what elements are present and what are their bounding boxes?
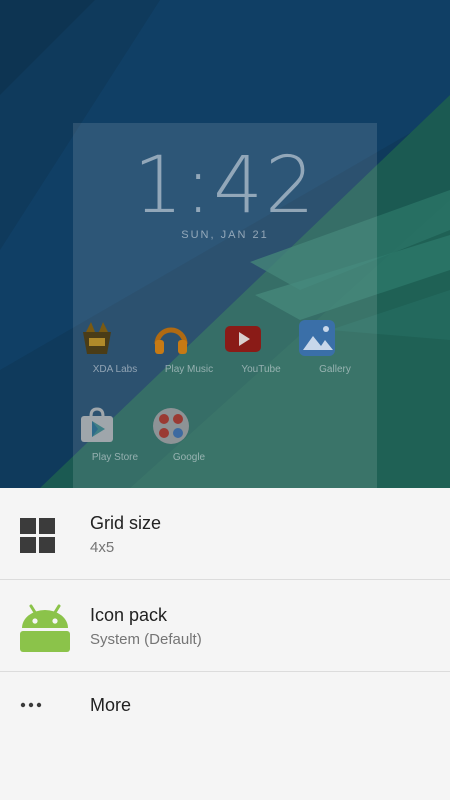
app-play-store: Play Store [77,406,153,463]
play-store-icon [81,406,135,446]
app-label: Google [172,452,206,463]
clock-date: SUN, JAN 21 [181,229,269,241]
wallpaper-preview: 1:42 SUN, JAN 21 XDA Labs Play Music You… [0,0,450,488]
more-title: More [90,695,132,715]
app-label: XDA Labs [92,364,138,375]
app-play-music: Play Music [151,318,227,375]
app-label: Play Music [164,364,214,375]
customization-sheet: Grid size 4x5 Icon pack System (Default)… [0,488,450,800]
app-xda-labs: XDA Labs [77,318,153,375]
more-option[interactable]: More [0,672,450,764]
youtube-play-icon [225,318,281,358]
app-gallery: Gallery [297,318,373,375]
grid-size-value: 4x5 [90,539,115,556]
headphones-icon [154,318,209,358]
app-youtube: YouTube [223,318,299,375]
app-google-folder: Google [151,406,227,463]
android-icon [20,604,70,652]
grid-icon [20,518,55,553]
app-label: Play Store [91,452,139,463]
icon-pack-value: System (Default) [90,631,202,648]
google-folder-icon [153,406,209,446]
app-label: YouTube [241,364,281,375]
home-screen-preview: 1:42 SUN, JAN 21 XDA Labs Play Music You… [73,123,377,488]
more-dots-icon [20,702,42,708]
gallery-icon [299,318,355,358]
app-label: Gallery [319,364,351,375]
xda-labs-icon [83,318,135,358]
grid-size-title: Grid size [90,513,162,533]
clock-time: 1:42 [133,141,317,231]
grid-size-option[interactable]: Grid size 4x5 [0,488,450,580]
icon-pack-title: Icon pack [90,605,168,625]
